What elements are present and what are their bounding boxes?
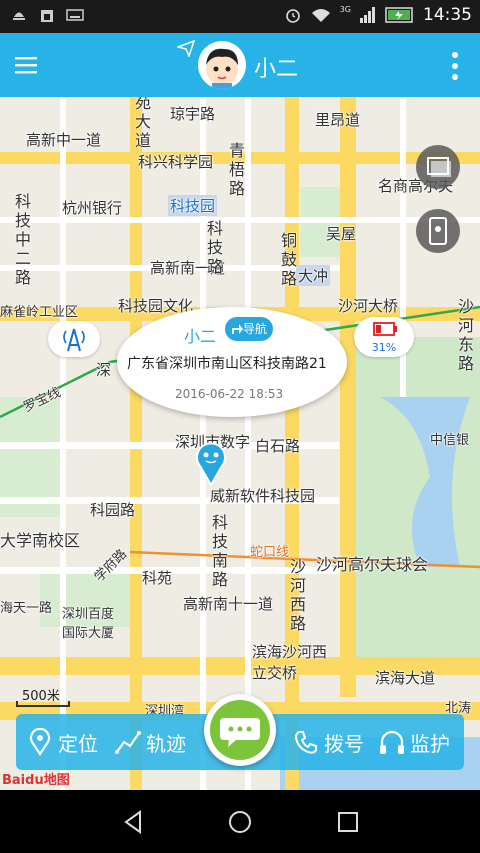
map-label: 吴屋 [326, 225, 357, 243]
location-info-bubble[interactable]: 小二 导航 广东省深圳市南山区科技南路21 2016-06-22 18:53 [117, 307, 347, 417]
map-label: 高新南十一道 [183, 595, 274, 613]
location-time: 2016-06-22 18:53 [175, 387, 284, 401]
dial-button[interactable]: 拨号 [292, 724, 364, 760]
map-label: 科技园 [168, 195, 218, 216]
chat-bubble-icon [220, 718, 260, 747]
map-label: 沙河西路 [289, 557, 306, 633]
map-scale-bar [16, 701, 70, 707]
map-label: 里昂道 [315, 111, 361, 129]
track-route-icon [115, 731, 141, 754]
map-label: 滨海沙河西立交桥 [252, 643, 328, 682]
map-label: 深 [96, 361, 112, 379]
battery-status-cloud: 31% [354, 317, 414, 357]
keyboard-icon [66, 9, 84, 21]
status-bar: 3G 14:35 [0, 0, 480, 33]
map-label: 科兴科学园 [138, 153, 214, 171]
map-label: 威新软件科技园 [210, 487, 316, 505]
home-icon[interactable] [226, 808, 254, 836]
map-label: 科技中二路 [14, 192, 31, 287]
notification-lock-icon [41, 10, 53, 22]
signal-status-cloud [48, 321, 100, 357]
navigate-label: 导航 [242, 322, 267, 336]
more-options-icon[interactable] [450, 51, 460, 81]
network-type-label: 3G [339, 4, 351, 14]
track-label: 轨迹 [146, 731, 186, 756]
map-label: 科技路 [206, 219, 223, 276]
location-pin-icon [29, 728, 51, 756]
battery-charging-icon [385, 7, 413, 23]
map-label: 苑大道 [134, 97, 151, 150]
avatar-face-icon [206, 48, 238, 89]
map-provider-logo: Baidu地图 [2, 773, 70, 788]
alarm-icon [285, 9, 300, 23]
map-label: 大学南校区 [0, 531, 81, 550]
chat-button-inner [210, 700, 270, 760]
map-label: 青梧路 [228, 141, 245, 198]
location-address: 广东省深圳市南山区科技南路21 [127, 356, 327, 372]
map-label: 海天一路 [0, 601, 53, 616]
map-label: 大冲 [296, 265, 331, 286]
map-label: 白石路 [255, 437, 301, 455]
map-layer-button[interactable] [416, 145, 460, 189]
map-label: 杭州银行 [62, 199, 123, 217]
map-label: 铜鼓路 [280, 231, 297, 288]
map-label: 科技南路 [211, 513, 228, 589]
send-message-icon[interactable] [177, 39, 195, 57]
navigate-button[interactable]: 导航 [225, 317, 273, 341]
status-time: 14:35 [423, 5, 472, 25]
app-header: 小二 [0, 33, 480, 97]
menu-icon[interactable] [14, 53, 38, 77]
child-avatar[interactable] [198, 41, 246, 89]
device-battery-icon [373, 322, 397, 336]
locate-label: 定位 [58, 731, 98, 756]
track-button[interactable]: 轨迹 [114, 724, 186, 760]
map-label: 麻雀岭工业区 [0, 305, 79, 320]
navigate-arrow-icon [232, 324, 243, 334]
notification-android-icon [13, 12, 25, 20]
wifi-icon [311, 9, 330, 22]
chat-button[interactable] [204, 694, 276, 766]
map-label: 科园路 [90, 501, 136, 519]
map-label: 沙河大桥 [338, 297, 399, 315]
battery-percent: 31% [371, 341, 397, 354]
child-location-pin-icon[interactable] [195, 440, 227, 486]
monitor-button[interactable]: 监护 [378, 724, 450, 760]
map-label: 高新中一道 [26, 131, 102, 149]
recent-apps-icon[interactable] [334, 808, 362, 836]
phone-locate-icon [429, 217, 447, 245]
phone-icon [294, 731, 317, 754]
bubble-child-name: 小二 [184, 327, 217, 346]
signal-icon [360, 7, 375, 23]
map-label: 科苑 [142, 569, 173, 587]
map-label: 沙河高尔夫球会 [316, 555, 429, 574]
map-label: 琼宇路 [170, 105, 216, 123]
map-view[interactable]: 琼宇路 里昂道 高新中一道 科兴科学园 名商高尔夫 杭州银行 科技园 吴屋 高新… [0, 97, 480, 790]
map-label: 中信银 [430, 433, 470, 448]
dial-label: 拨号 [324, 731, 364, 756]
monitor-label: 监护 [410, 731, 450, 756]
signal-tower-icon [63, 328, 85, 352]
map-label: 沙河东路 [457, 297, 474, 373]
system-navigation-bar [0, 790, 480, 853]
locate-phone-button[interactable] [416, 209, 460, 253]
back-icon[interactable] [120, 808, 148, 836]
map-label: 深圳百度国际大厦 [62, 607, 115, 641]
locate-button[interactable]: 定位 [26, 724, 98, 760]
headphones-icon [380, 730, 404, 754]
map-label: 滨海大道 [375, 669, 436, 687]
child-name: 小二 [254, 57, 299, 82]
layers-icon [427, 157, 451, 177]
map-label: 蛇口线 [250, 545, 290, 560]
